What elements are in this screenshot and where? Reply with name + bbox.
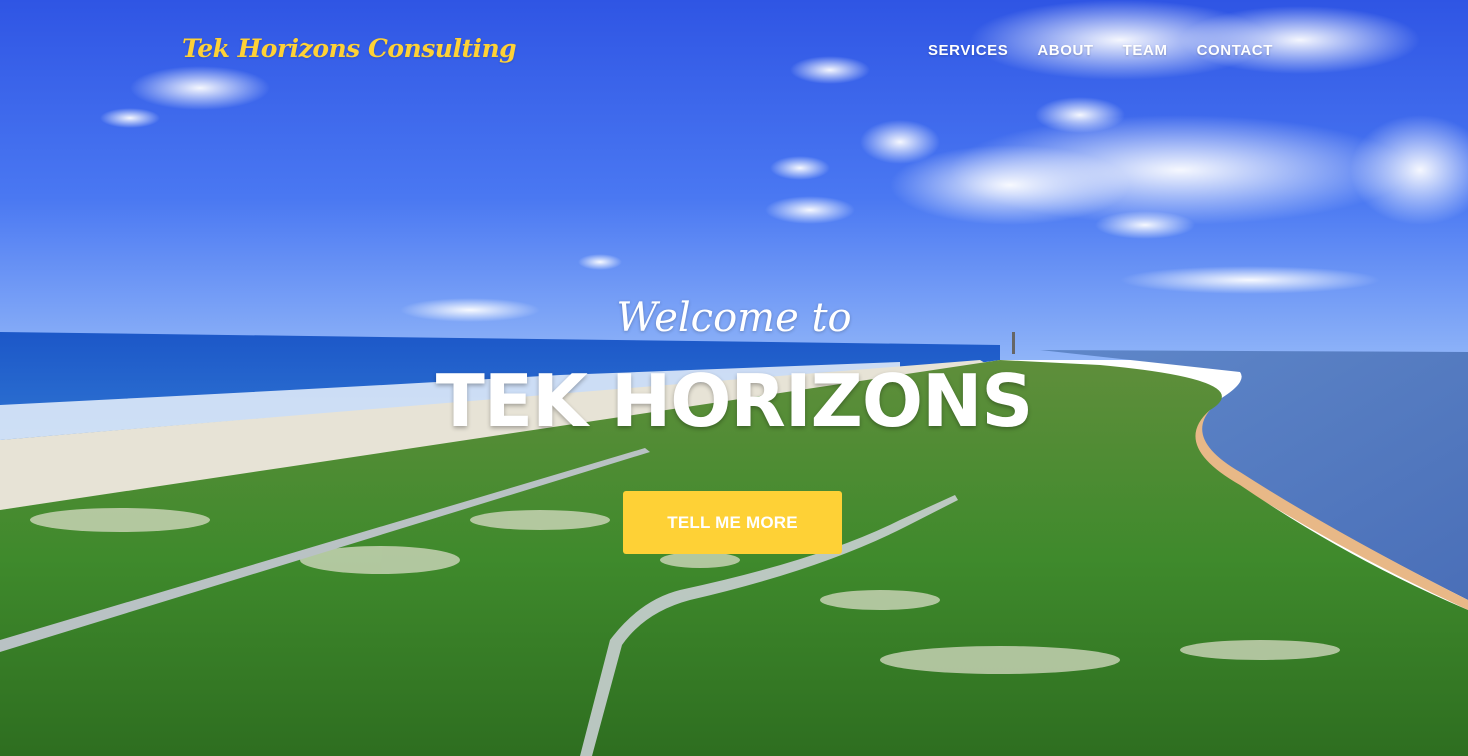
- tell-me-more-button[interactable]: TELL ME MORE: [623, 491, 842, 554]
- nav-link-about[interactable]: About: [1037, 42, 1093, 59]
- nav-link-services[interactable]: Services: [928, 42, 1008, 59]
- nav-item-contact: Contact: [1197, 42, 1273, 60]
- nav-item-team: Team: [1123, 42, 1168, 60]
- nav-menu: Services About Team Contact: [899, 42, 1273, 60]
- intro-lead-in: Welcome to: [616, 295, 852, 341]
- nav-link-contact[interactable]: Contact: [1197, 42, 1273, 59]
- intro-text: Welcome to TEK HORIZONS: [0, 290, 1468, 444]
- nav-item-about: About: [1037, 42, 1093, 60]
- hero-section: Tek Horizons Consulting Services About T…: [0, 0, 1468, 756]
- nav-item-services: Services: [928, 42, 1008, 60]
- navbar: Tek Horizons Consulting Services About T…: [0, 0, 1468, 100]
- nav-link-team[interactable]: Team: [1123, 42, 1168, 59]
- brand-logo-link[interactable]: Tek Horizons Consulting: [182, 34, 517, 63]
- intro-heading: TEK HORIZONS: [435, 359, 1033, 443]
